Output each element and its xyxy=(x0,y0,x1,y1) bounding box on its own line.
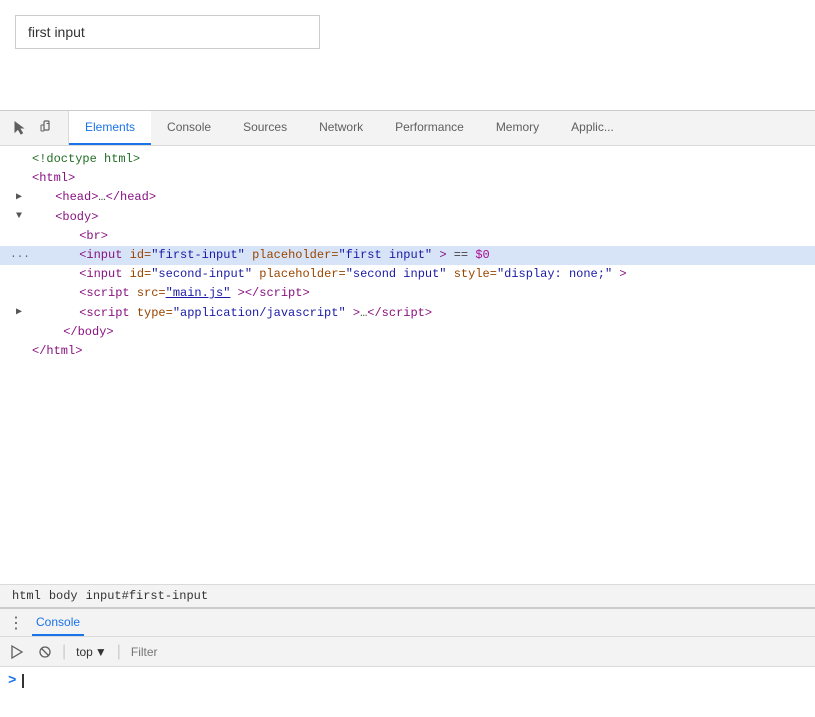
devtools-toolbar: Elements Console Sources Network Perform… xyxy=(0,111,815,146)
breadcrumb-body[interactable]: body xyxy=(45,589,82,603)
tab-elements[interactable]: Elements xyxy=(69,111,151,145)
html-open-line: <html> xyxy=(0,169,815,188)
body-expand-arrow[interactable]: ▼ xyxy=(16,211,22,222)
breadcrumb-bar: html body input#first-input xyxy=(0,584,815,607)
device-toolbar-button[interactable] xyxy=(36,116,60,140)
tab-sources[interactable]: Sources xyxy=(227,111,303,145)
first-input-field[interactable] xyxy=(15,15,320,49)
console-tab[interactable]: Console xyxy=(32,609,84,636)
body-close-line: </body> xyxy=(0,323,815,342)
console-prompt-symbol: > xyxy=(8,673,16,689)
script-main-line: <script src="main.js" ></script> xyxy=(0,284,815,303)
console-clear-button[interactable] xyxy=(6,641,28,663)
tab-application[interactable]: Applic... xyxy=(555,111,630,145)
head-collapsed-line[interactable]: ▶ <head>…</head> xyxy=(0,188,815,207)
html-close-line: </html> xyxy=(0,342,815,361)
tab-console[interactable]: Console xyxy=(151,111,227,145)
first-input-line[interactable]: ... <input id="first-input" placeholder=… xyxy=(0,246,815,265)
console-toolbar: | top ▼ | xyxy=(0,637,815,667)
tab-memory[interactable]: Memory xyxy=(480,111,555,145)
br-line: <br> xyxy=(0,227,815,246)
console-cursor xyxy=(22,674,24,688)
tab-network[interactable]: Network xyxy=(303,111,379,145)
console-section: ⋮ Console | top ▼ | xyxy=(0,607,815,717)
breadcrumb-html[interactable]: html xyxy=(8,589,45,603)
console-filter-input[interactable] xyxy=(127,643,809,661)
script-app-line[interactable]: ▶ <script type="application/javascript" … xyxy=(0,304,815,323)
head-expand-arrow[interactable]: ▶ xyxy=(16,192,22,203)
console-output: > xyxy=(0,667,815,717)
second-input-line: <input id="second-input" placeholder="se… xyxy=(0,265,815,284)
script-expand-arrow[interactable]: ▶ xyxy=(16,307,22,318)
toolbar-icons xyxy=(0,111,69,145)
console-stop-button[interactable] xyxy=(34,641,56,663)
breadcrumb-input[interactable]: input#first-input xyxy=(82,589,212,603)
devtools-panel: Elements Console Sources Network Perform… xyxy=(0,110,815,717)
tab-performance[interactable]: Performance xyxy=(379,111,480,145)
console-menu-icon[interactable]: ⋮ xyxy=(8,613,24,633)
elements-panel: <!doctype html> <html> ▶ <head>…</head> … xyxy=(0,146,815,584)
console-context-select[interactable]: top ▼ xyxy=(72,643,111,661)
console-tab-bar: ⋮ Console xyxy=(0,609,815,637)
doctype-line: <!doctype html> xyxy=(0,150,815,169)
console-prompt: > xyxy=(8,673,807,689)
devtools-tabs: Elements Console Sources Network Perform… xyxy=(69,111,815,145)
body-open-line: ▼ <body> xyxy=(0,208,815,227)
inspect-element-button[interactable] xyxy=(8,116,32,140)
page-area xyxy=(0,0,815,110)
